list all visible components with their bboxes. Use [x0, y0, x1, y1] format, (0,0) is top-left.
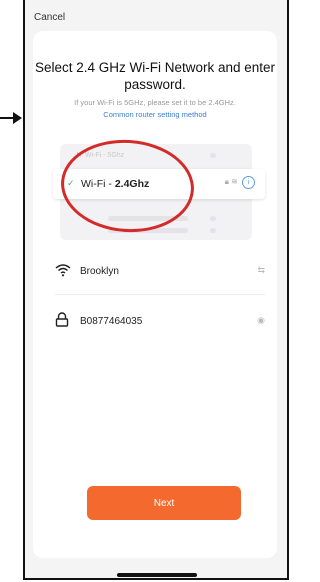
subtitle-text: If your Wi-Fi is 5GHz, please set it to …: [74, 98, 236, 107]
placeholder-bar: [210, 153, 216, 158]
home-indicator: [117, 573, 197, 577]
phone-screen: Cancel Select 2.4 GHz Wi-Fi Network and …: [23, 0, 289, 580]
info-icon: i: [242, 176, 255, 189]
eye-icon[interactable]: ◉: [257, 315, 265, 326]
wifi-small-icon: ≋: [231, 177, 238, 186]
annotation-arrow-icon: [0, 112, 22, 124]
switch-network-icon[interactable]: ⇆: [257, 265, 265, 276]
placeholder-bar: [210, 216, 216, 221]
page-title: Select 2.4 GHz Wi-Fi Network and enter p…: [34, 60, 276, 92]
placeholder-bar: [210, 228, 216, 233]
lock-small-icon: 🔒︎: [224, 177, 229, 186]
router-setting-link[interactable]: Common router setting method: [33, 110, 277, 119]
password-field[interactable]: B0877464035: [80, 316, 142, 327]
network-row[interactable]: Brooklyn ⇆: [55, 259, 265, 285]
lock-icon: [55, 312, 69, 327]
cancel-button[interactable]: Cancel: [34, 12, 65, 23]
wifi-setup-card: Select 2.4 GHz Wi-Fi Network and enter p…: [33, 31, 277, 558]
next-button[interactable]: Next: [87, 486, 241, 520]
wifi-status-icons: 🔒︎ ≋ i: [225, 176, 255, 189]
network-ssid: Brooklyn: [80, 266, 119, 277]
wifi-icon: [55, 264, 71, 277]
password-row[interactable]: B0877464035 ◉: [55, 309, 265, 335]
divider: [55, 294, 265, 295]
